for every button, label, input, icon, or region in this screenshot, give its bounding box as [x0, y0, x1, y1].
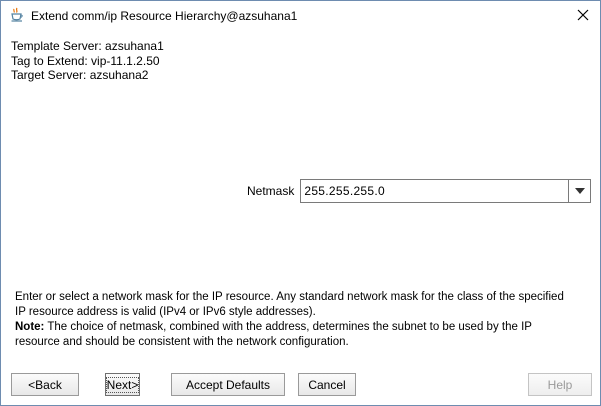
button-bar: <Back Next> Accept Defaults Cancel Help: [1, 373, 600, 397]
netmask-value[interactable]: 255.255.255.0: [301, 184, 568, 198]
next-button[interactable]: Next>: [105, 373, 140, 396]
netmask-row: Netmask 255.255.255.0: [247, 179, 592, 203]
help-text: Enter or select a network mask for the I…: [15, 290, 575, 350]
resource-info: Template Server: azsuhana1 Tag to Extend…: [11, 39, 164, 83]
help-note: Note: The choice of netmask, combined wi…: [15, 320, 575, 350]
help-button-label: Help: [547, 377, 573, 392]
netmask-dropdown-button[interactable]: [568, 180, 591, 202]
target-server-text: Target Server: azsuhana2: [11, 68, 149, 82]
java-cup-icon: [9, 7, 25, 23]
cancel-button-label: Cancel: [308, 377, 346, 392]
close-icon: [577, 9, 589, 21]
accept-defaults-button[interactable]: Accept Defaults: [171, 373, 285, 396]
close-button[interactable]: [570, 3, 596, 27]
tag-to-extend-text: Tag to Extend: vip-11.1.2.50: [11, 53, 160, 68]
title-bar[interactable]: Extend comm/ip Resource Hierarchy@azsuha…: [1, 1, 600, 31]
back-button[interactable]: <Back: [11, 373, 79, 396]
back-button-label: <Back: [28, 377, 62, 392]
chevron-down-icon: [574, 188, 585, 194]
cancel-button[interactable]: Cancel: [298, 373, 356, 396]
netmask-label: Netmask: [247, 184, 295, 198]
help-description: Enter or select a network mask for the I…: [15, 291, 564, 318]
netmask-combobox[interactable]: 255.255.255.0: [300, 179, 592, 203]
next-button-label: Next>: [105, 376, 140, 393]
note-text: The choice of netmask, combined with the…: [15, 321, 532, 348]
template-server-text: Template Server: azsuhana1: [11, 39, 164, 53]
window-title: Extend comm/ip Resource Hierarchy@azsuha…: [31, 9, 298, 23]
note-label: Note:: [15, 321, 45, 333]
accept-defaults-button-label: Accept Defaults: [185, 377, 271, 392]
dialog-window: Extend comm/ip Resource Hierarchy@azsuha…: [0, 0, 601, 406]
help-button[interactable]: Help: [528, 373, 592, 396]
